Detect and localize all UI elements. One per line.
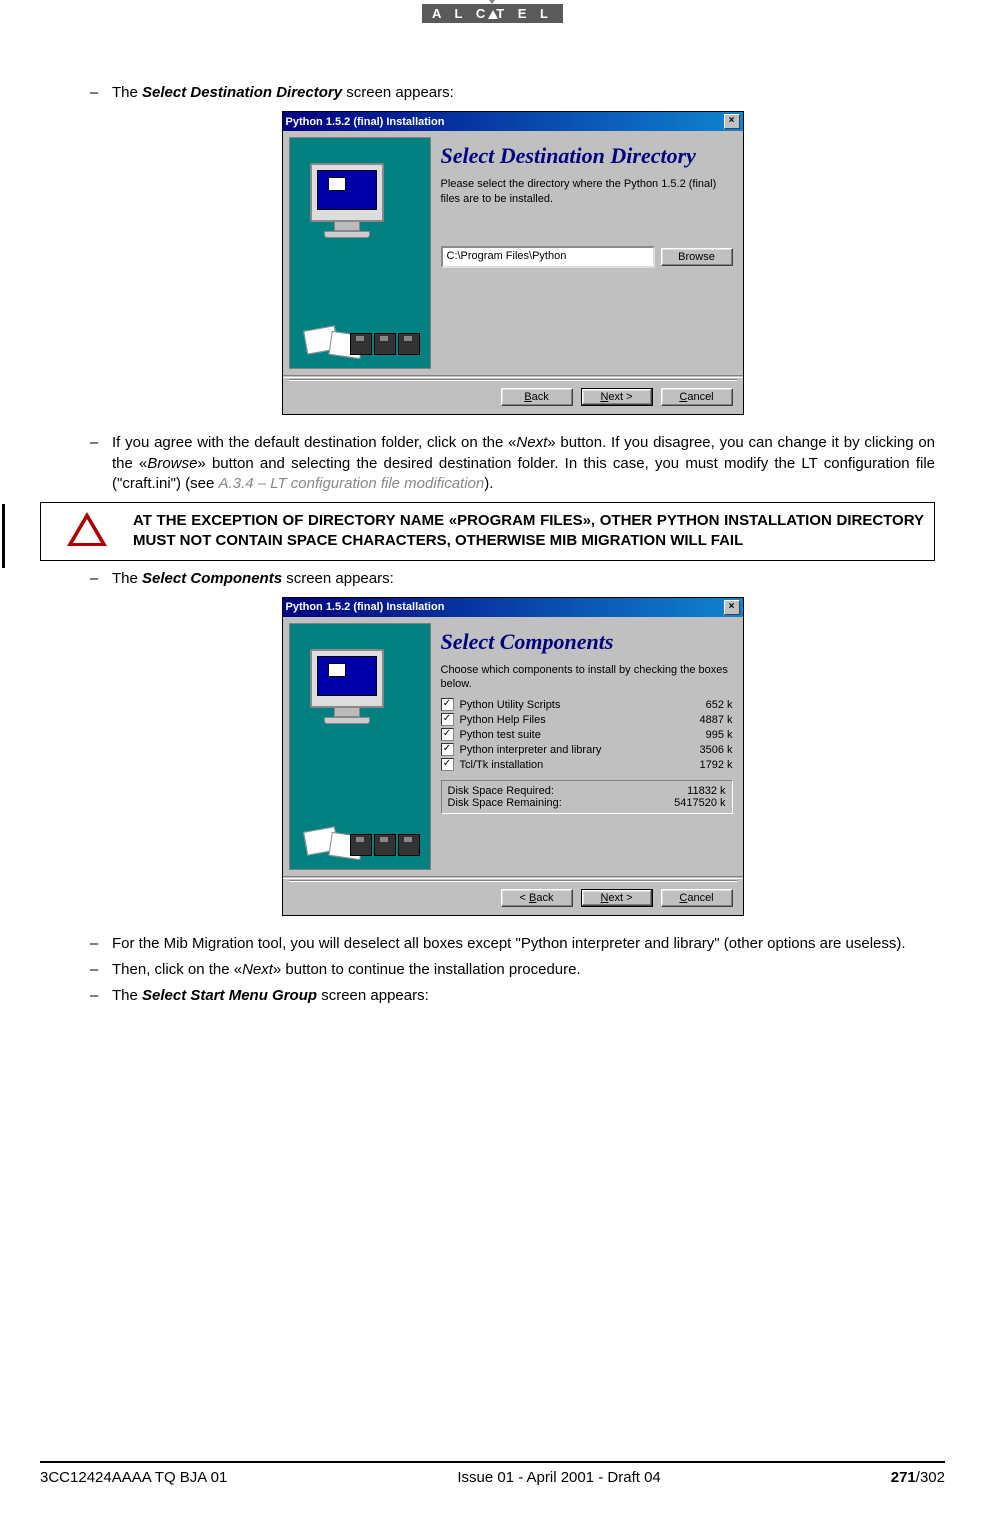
component-label: Python test suite <box>460 729 673 741</box>
bullet-then-next: Then, click on the «Next» button to cont… <box>90 960 935 980</box>
component-size: 652 k <box>673 699 733 711</box>
disk-space-panel: Disk Space Required:11832 k Disk Space R… <box>441 780 733 814</box>
checkbox[interactable]: ✓ <box>441 728 454 741</box>
component-row: ✓ Python interpreter and library3506 k <box>441 742 733 757</box>
component-size: 3506 k <box>673 744 733 756</box>
text-bold: Select Components <box>142 570 282 587</box>
text-italic: Browse <box>147 455 197 472</box>
dialog-sidebar-image <box>289 137 431 369</box>
space-required-label: Disk Space Required: <box>448 785 646 797</box>
text: Then, click on the « <box>112 961 242 978</box>
computer-icon <box>310 649 384 708</box>
path-input[interactable]: C:\Program Files\Python <box>441 246 655 268</box>
warning-text: AT THE EXCEPTION OF DIRECTORY NAME «PROG… <box>133 503 934 560</box>
bullet-select-destination: The Select Destination Directory screen … <box>90 83 935 103</box>
close-icon[interactable]: × <box>724 600 740 615</box>
logo-triangle-icon <box>484 0 500 4</box>
close-icon[interactable]: × <box>724 114 740 129</box>
checkbox[interactable]: ✓ <box>441 758 454 771</box>
titlebar: Python 1.5.2 (final) Installation × <box>283 112 743 131</box>
dialog-instruction: Please select the directory where the Py… <box>441 177 733 206</box>
change-bar <box>2 504 5 568</box>
bullet-start-menu: The Select Start Menu Group screen appea… <box>90 986 935 1006</box>
back-button[interactable]: < Back <box>501 889 573 907</box>
dialog-heading: Select Components <box>441 629 733 655</box>
text: The <box>112 987 142 1004</box>
footer-issue: Issue 01 - April 2001 - Draft 04 <box>457 1469 660 1486</box>
component-size: 995 k <box>673 729 733 741</box>
text: screen appears: <box>317 987 429 1004</box>
component-label: Python Utility Scripts <box>460 699 673 711</box>
floppy-icon <box>350 333 372 355</box>
text: For the Mib Migration tool, you will des… <box>112 935 906 952</box>
computer-icon <box>310 163 384 222</box>
dialog-sidebar-image <box>289 623 431 870</box>
titlebar-text: Python 1.5.2 (final) Installation <box>286 116 445 128</box>
checkbox[interactable]: ✓ <box>441 698 454 711</box>
text: ). <box>484 475 493 492</box>
cancel-button[interactable]: Cancel <box>661 388 733 406</box>
component-row: ✓ Tcl/Tk installation1792 k <box>441 757 733 772</box>
floppy-icon <box>374 834 396 856</box>
component-label: Python Help Files <box>460 714 673 726</box>
checkbox[interactable]: ✓ <box>441 713 454 726</box>
footer-doc-id: 3CC12424AAAA TQ BJA 01 <box>40 1469 227 1486</box>
titlebar-text: Python 1.5.2 (final) Installation <box>286 601 445 613</box>
component-label: Python interpreter and library <box>460 744 673 756</box>
text-italic: Next <box>242 961 273 978</box>
bullet-select-components: The Select Components screen appears: <box>90 569 935 589</box>
floppy-icon <box>350 834 372 856</box>
next-button[interactable]: Next > <box>581 388 653 406</box>
dialog-instruction: Choose which components to install by ch… <box>441 663 733 692</box>
back-button[interactable]: Back <box>501 388 573 406</box>
titlebar: Python 1.5.2 (final) Installation × <box>283 598 743 617</box>
floppy-icon <box>398 834 420 856</box>
space-remaining-label: Disk Space Remaining: <box>448 797 646 809</box>
component-row: ✓ Python Help Files4887 k <box>441 712 733 727</box>
warning-box: AT THE EXCEPTION OF DIRECTORY NAME «PROG… <box>40 502 935 561</box>
text-bold: Select Destination Directory <box>142 84 342 101</box>
space-remaining-value: 5417520 k <box>646 797 726 809</box>
bullet-agree: If you agree with the default destinatio… <box>90 433 935 494</box>
component-size: 4887 k <box>673 714 733 726</box>
bullet-mib-migration: For the Mib Migration tool, you will des… <box>90 934 935 954</box>
text: The <box>112 570 142 587</box>
warning-triangle-icon <box>67 512 107 546</box>
text: screen appears: <box>282 570 394 587</box>
text: » button to continue the installation pr… <box>273 961 581 978</box>
cancel-button[interactable]: Cancel <box>661 889 733 907</box>
component-label: Tcl/Tk installation <box>460 759 673 771</box>
footer-page-number: 271/302 <box>891 1469 945 1486</box>
dialog-select-destination: Python 1.5.2 (final) Installation × Sele… <box>282 111 744 415</box>
brand-logo: A L CT E L <box>40 0 945 23</box>
component-row: ✓ Python Utility Scripts652 k <box>441 697 733 712</box>
text-italic: Next <box>516 434 547 451</box>
space-required-value: 11832 k <box>646 785 726 797</box>
next-button[interactable]: Next > <box>581 889 653 907</box>
floppy-icon <box>398 333 420 355</box>
text: If you agree with the default destinatio… <box>112 434 516 451</box>
text: The <box>112 84 142 101</box>
cross-reference: A.3.4 – LT configuration file modificati… <box>219 475 485 492</box>
text-bold: Select Start Menu Group <box>142 987 317 1004</box>
component-row: ✓ Python test suite995 k <box>441 727 733 742</box>
text: screen appears: <box>342 84 454 101</box>
checkbox[interactable]: ✓ <box>441 743 454 756</box>
floppy-icon <box>374 333 396 355</box>
dialog-select-components: Python 1.5.2 (final) Installation × Sele… <box>282 597 744 916</box>
browse-button[interactable]: Browse <box>661 248 733 266</box>
component-size: 1792 k <box>673 759 733 771</box>
dialog-heading: Select Destination Directory <box>441 143 733 169</box>
page-footer: 3CC12424AAAA TQ BJA 01 Issue 01 - April … <box>40 1461 945 1486</box>
